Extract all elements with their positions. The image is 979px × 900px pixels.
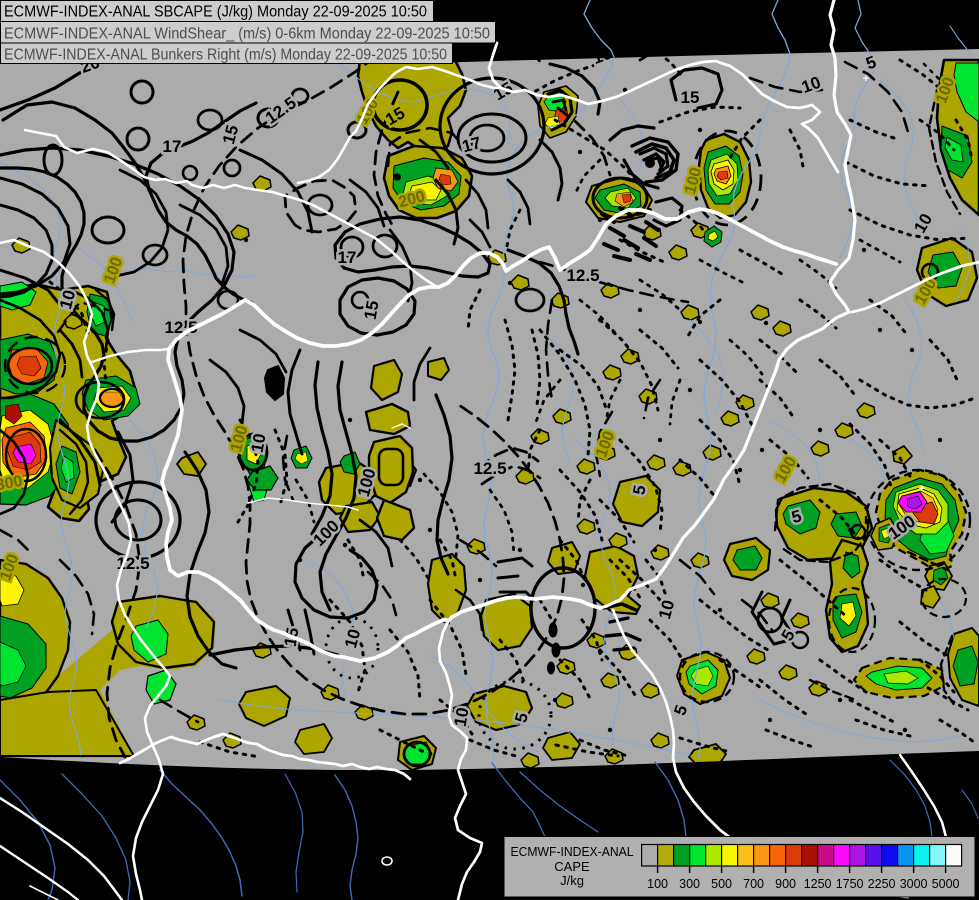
svg-text:15: 15 bbox=[681, 88, 700, 107]
svg-text:17: 17 bbox=[338, 248, 357, 267]
svg-text:2250: 2250 bbox=[868, 877, 896, 891]
svg-text:10: 10 bbox=[248, 432, 270, 454]
svg-text:1750: 1750 bbox=[836, 877, 864, 891]
svg-text:+: + bbox=[919, 483, 925, 495]
svg-text:CAPE: CAPE bbox=[554, 859, 590, 874]
svg-text:12.5: 12.5 bbox=[566, 266, 599, 285]
svg-text:900: 900 bbox=[775, 877, 796, 891]
svg-text:500: 500 bbox=[711, 877, 732, 891]
svg-text:ECMWF-INDEX-ANAL: ECMWF-INDEX-ANAL bbox=[511, 844, 634, 859]
svg-text:ECMWF-INDEX-ANAL Bunkers Right: ECMWF-INDEX-ANAL Bunkers Right (m/s) Mon… bbox=[4, 47, 447, 64]
svg-text:ECMWF-INDEX-ANAL SBCAPE (J/kg): ECMWF-INDEX-ANAL SBCAPE (J/kg) Monday 22… bbox=[4, 4, 427, 21]
svg-text:700: 700 bbox=[743, 877, 764, 891]
svg-text:300: 300 bbox=[679, 877, 700, 891]
svg-text:15: 15 bbox=[361, 299, 383, 321]
svg-text:3000: 3000 bbox=[900, 877, 928, 891]
svg-text:100: 100 bbox=[647, 877, 668, 891]
svg-text:J/kg: J/kg bbox=[560, 873, 584, 888]
svg-text:17: 17 bbox=[163, 137, 182, 156]
svg-text:1250: 1250 bbox=[804, 877, 832, 891]
svg-text:ECMWF-INDEX-ANAL WindShear_ (m: ECMWF-INDEX-ANAL WindShear_ (m/s) 0-6km … bbox=[4, 26, 490, 43]
svg-text:5000: 5000 bbox=[932, 877, 960, 891]
svg-text:10: 10 bbox=[451, 706, 473, 728]
svg-text:12.5: 12.5 bbox=[473, 459, 506, 478]
svg-text:+: + bbox=[863, 73, 869, 85]
